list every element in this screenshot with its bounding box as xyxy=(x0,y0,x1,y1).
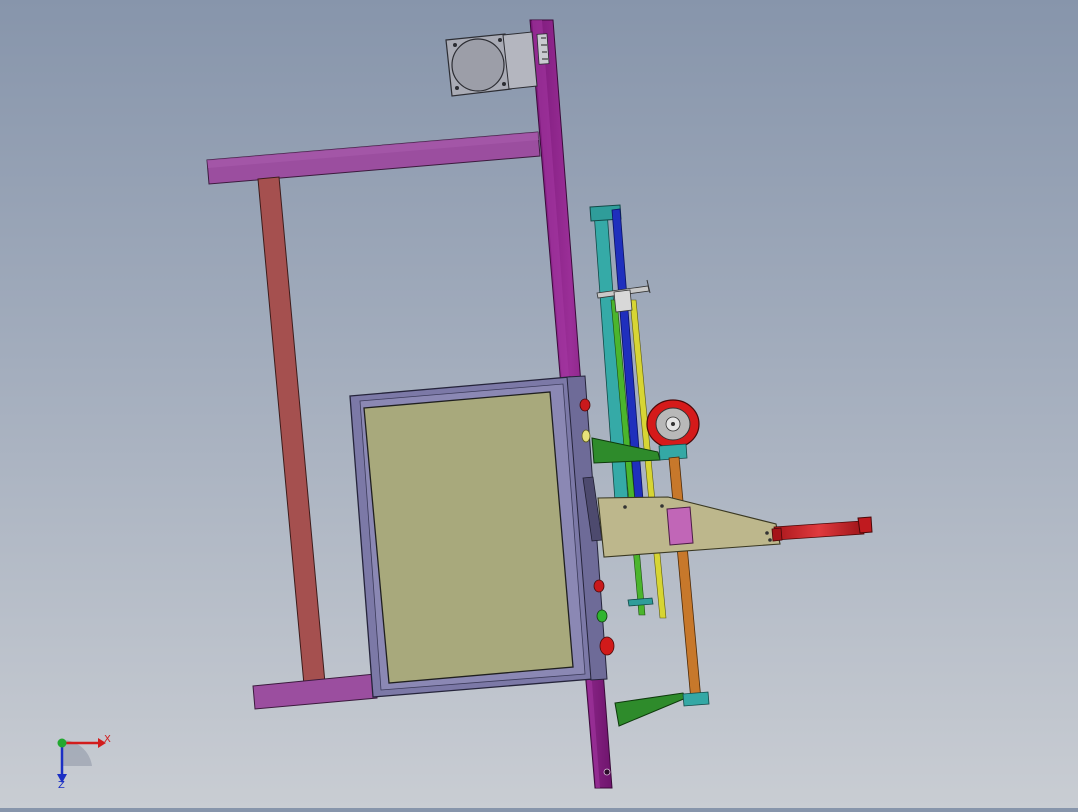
z-axis-label: Z xyxy=(58,780,65,791)
red-cylinder[interactable] xyxy=(771,516,873,542)
orientation-triad: X Z xyxy=(57,734,111,791)
y-axis-icon xyxy=(57,738,67,748)
red-button-top[interactable] xyxy=(579,398,591,412)
control-box-panel xyxy=(363,391,574,684)
control-box[interactable] xyxy=(349,375,608,698)
column-bolt-icon xyxy=(603,768,611,776)
green-button[interactable] xyxy=(596,609,608,623)
red-button-middle[interactable] xyxy=(593,579,605,593)
cad-viewport[interactable]: X Z xyxy=(0,0,1078,808)
lower-green-bracket[interactable] xyxy=(614,692,687,727)
orange-shaft[interactable] xyxy=(668,456,702,702)
assembly-drawing xyxy=(206,19,873,789)
left-leg[interactable] xyxy=(257,176,326,686)
emergency-stop-button[interactable] xyxy=(599,636,615,656)
yellow-indicator[interactable] xyxy=(581,429,591,443)
x-axis-label: X xyxy=(104,734,111,745)
pink-block[interactable] xyxy=(666,506,694,546)
